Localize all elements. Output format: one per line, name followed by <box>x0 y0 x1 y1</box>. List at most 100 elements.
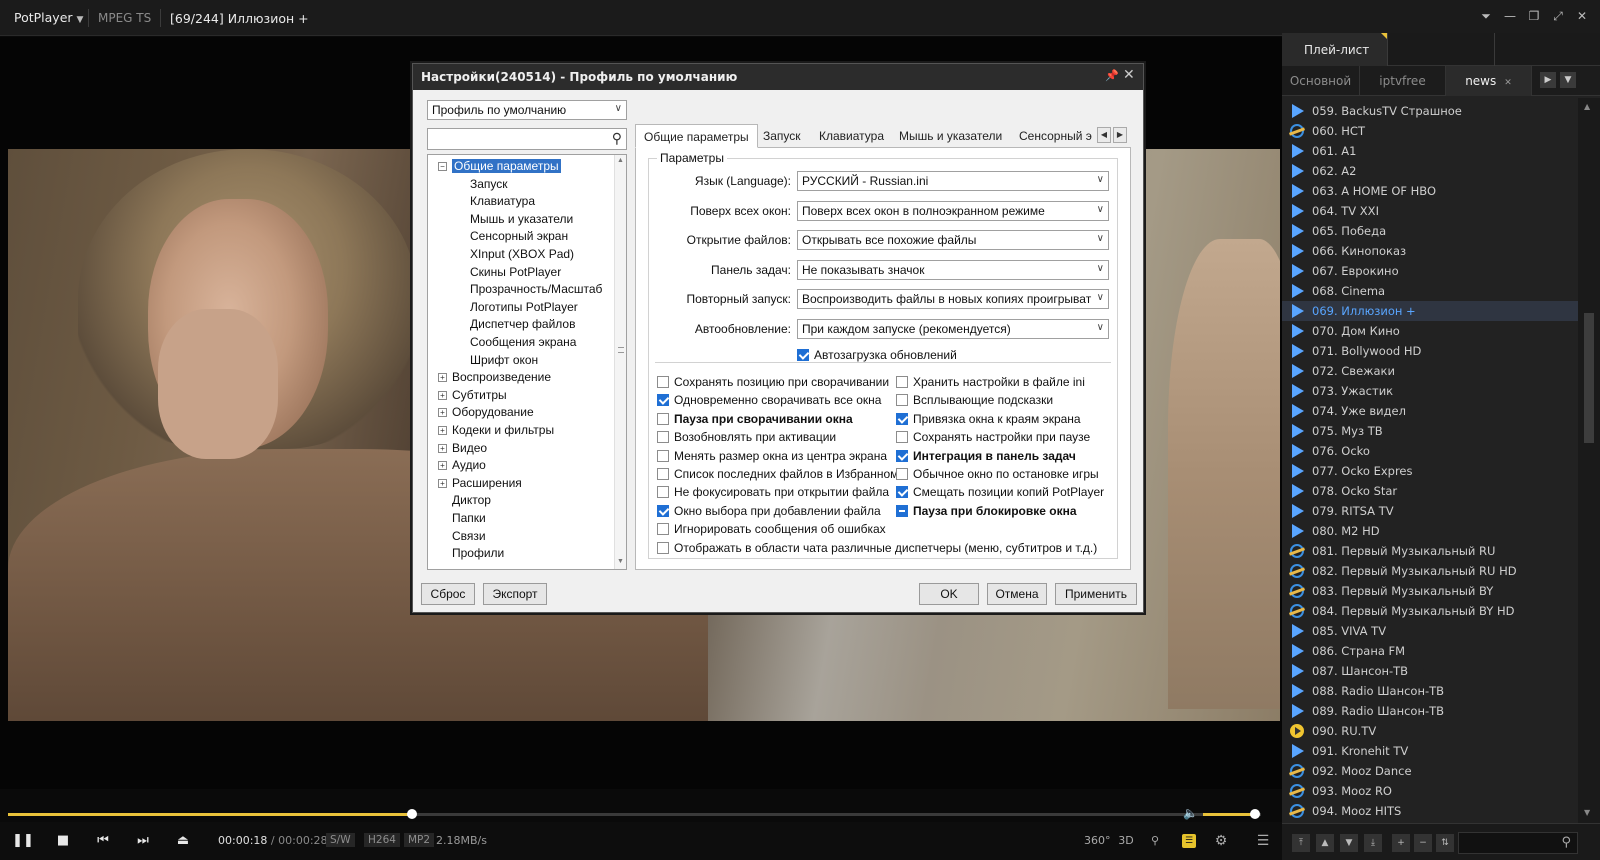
checkbox-box[interactable] <box>657 468 669 480</box>
setting-checkbox[interactable]: Список последних файлов в Избранном <box>657 467 898 481</box>
audio-tag[interactable]: MP2 <box>404 833 435 847</box>
setting-checkbox[interactable]: Отображать в области чата различные дисп… <box>657 541 1097 555</box>
apply-button[interactable]: Применить <box>1055 583 1137 605</box>
checkbox-box[interactable] <box>657 394 669 407</box>
playlist-item[interactable]: 093. Mooz RO <box>1282 781 1578 801</box>
checkbox-box[interactable] <box>797 349 809 361</box>
tab-mouse[interactable]: Мышь и указатели <box>891 124 1010 148</box>
playlist-item[interactable]: 091. Kronehit TV <box>1282 741 1578 761</box>
scroll-thumb[interactable] <box>618 347 624 353</box>
tree-item[interactable]: Диктор <box>452 493 491 507</box>
move-top-icon[interactable]: ⤒ <box>1292 834 1310 852</box>
setting-checkbox[interactable]: Обычное окно по остановке игры <box>896 467 1099 481</box>
stop-icon[interactable]: ■ <box>52 830 74 852</box>
expand-icon[interactable]: + <box>438 373 447 383</box>
playlist-scrollbar[interactable]: ▲ ▼ <box>1578 98 1600 823</box>
setting-checkbox[interactable]: Пауза при блокировке окна <box>896 504 1077 518</box>
3d-button[interactable]: 3D <box>1116 831 1136 851</box>
playlist-item[interactable]: 078. Ocko Star <box>1282 481 1578 501</box>
pause-icon[interactable]: ❚❚ <box>12 830 34 852</box>
checkbox-box[interactable] <box>657 412 669 425</box>
scroll-up-icon[interactable]: ▲ <box>617 157 624 164</box>
playlist-item[interactable]: 075. Муз ТВ <box>1282 421 1578 441</box>
playlist-item[interactable]: 092. Mooz Dance <box>1282 761 1578 781</box>
dialog-close-icon[interactable]: ✕ <box>1123 67 1135 83</box>
playlist-item[interactable]: 071. Bollywood HD <box>1282 341 1578 361</box>
field-select[interactable]: Поверх всех окон в полноэкранном режиме ∨ <box>797 200 1109 221</box>
chevron-left-icon[interactable]: ◀ <box>1097 127 1111 143</box>
volume-slider[interactable] <box>1203 809 1261 819</box>
playlist-item[interactable]: 094. Mooz HITS <box>1282 801 1578 821</box>
field-select[interactable]: Воспроизводить файлы в новых копиях прои… <box>797 289 1109 309</box>
playlist-item[interactable]: 089. Radio Шансон-ТВ <box>1282 701 1578 721</box>
checkbox-box[interactable] <box>896 376 908 388</box>
tree-item[interactable]: Шрифт окон <box>470 353 538 367</box>
checkbox-box[interactable] <box>896 394 908 407</box>
remove-icon[interactable]: − <box>1414 834 1432 852</box>
tree-scrollbar[interactable]: ▲ ▼ <box>614 155 626 569</box>
pin-icon[interactable]: 📌 <box>1105 69 1119 82</box>
expand-icon[interactable]: + <box>438 408 447 418</box>
fullscreen-button[interactable]: ⤢ <box>1548 9 1568 27</box>
profile-select[interactable]: Профиль по умолчанию ∨ <box>427 100 627 120</box>
setting-checkbox[interactable]: Менять размер окна из центра экрана <box>657 449 887 463</box>
playlist-item[interactable]: 081. Первый Музыкальный RU <box>1282 541 1578 561</box>
checkbox-box[interactable] <box>657 523 669 536</box>
expand-icon[interactable]: + <box>438 461 447 471</box>
sw-tag[interactable]: S/W <box>326 833 355 847</box>
setting-checkbox[interactable]: Возобновлять при активации <box>657 430 836 444</box>
move-down-icon[interactable]: ▼ <box>1340 834 1358 852</box>
tab-touch[interactable]: Сенсорный э <box>1011 124 1095 148</box>
tree-item[interactable]: Мышь и указатели <box>470 212 573 226</box>
gear-icon[interactable]: ⚙ <box>1212 831 1230 851</box>
move-bottom-icon[interactable]: ⤓ <box>1364 834 1382 852</box>
tree-item[interactable]: Расширения <box>452 476 522 490</box>
checkbox-box[interactable] <box>657 504 669 517</box>
subtitle-icon[interactable]: ☰ <box>1182 834 1196 848</box>
tree-item[interactable]: Запуск <box>470 177 508 191</box>
scroll-down-icon[interactable]: ▼ <box>617 558 624 565</box>
field-select[interactable]: Не показывать значок ∨ <box>797 259 1109 280</box>
export-button[interactable]: Экспорт <box>483 583 547 605</box>
playlist-item[interactable]: 086. Страна FM <box>1282 641 1578 661</box>
checkbox-box[interactable] <box>657 542 669 554</box>
setting-checkbox[interactable]: Привязка окна к краям экрана <box>896 412 1081 426</box>
playlist-item[interactable]: 060. НСТ <box>1282 121 1578 141</box>
seek-handle[interactable] <box>406 809 417 819</box>
expand-icon[interactable]: + <box>438 443 447 453</box>
scroll-up-icon[interactable]: ▲ <box>1584 102 1590 111</box>
previous-icon[interactable]: ⏮ <box>92 830 114 852</box>
playlist-item[interactable]: 069. Иллюзион + <box>1282 301 1578 321</box>
setting-checkbox[interactable]: Всплывающие подсказки <box>896 393 1053 407</box>
cancel-button[interactable]: Отмена <box>987 583 1047 605</box>
search-icon[interactable]: ⚲ <box>1561 835 1571 850</box>
zoom-icon[interactable]: ⚲ <box>1146 831 1164 851</box>
eject-icon[interactable]: ⏏ <box>172 830 194 852</box>
tab-startup[interactable]: Запуск <box>755 124 809 148</box>
codec-tag[interactable]: H264 <box>364 833 400 847</box>
sort-icon[interactable]: ⇅ <box>1436 834 1454 852</box>
playlist-item[interactable]: 066. Кинопоказ <box>1282 241 1578 261</box>
tree-item[interactable]: Сенсорный экран <box>470 229 568 243</box>
close-tab-icon[interactable]: ✕ <box>1504 78 1512 88</box>
playlist-item[interactable]: 072. Свежаки <box>1282 361 1578 381</box>
setting-checkbox[interactable]: Интеграция в панель задач <box>896 449 1076 463</box>
app-menu-button[interactable]: PotPlayer ▼ <box>14 10 83 25</box>
playlist-item[interactable]: 076. Ocko <box>1282 441 1578 461</box>
playlist-item[interactable]: 079. RITSA TV <box>1282 501 1578 521</box>
checkbox-box[interactable] <box>657 449 669 462</box>
setting-checkbox[interactable]: Смещать позиции копий PotPlayer <box>896 485 1104 499</box>
playlist-item[interactable]: 073. Ужастик <box>1282 381 1578 401</box>
tree-item[interactable]: Видео <box>452 441 487 455</box>
checkbox-box[interactable] <box>896 431 908 444</box>
setting-checkbox[interactable]: Игнорировать сообщения об ошибках <box>657 522 886 536</box>
playlist-tab-main[interactable]: Основной <box>1282 66 1360 96</box>
chevron-down-icon[interactable]: ▼ <box>1560 72 1576 88</box>
checkbox-box[interactable] <box>657 431 669 444</box>
chevron-right-icon[interactable]: ▶ <box>1113 127 1127 143</box>
playlist-item[interactable]: 070. Дом Кино <box>1282 321 1578 341</box>
playlist-header-tab[interactable]: Плей-лист <box>1282 33 1388 66</box>
playlist-item[interactable]: 065. Победа <box>1282 221 1578 241</box>
tree-item[interactable]: Оборудование <box>452 405 534 419</box>
checkbox-box[interactable] <box>657 376 669 388</box>
